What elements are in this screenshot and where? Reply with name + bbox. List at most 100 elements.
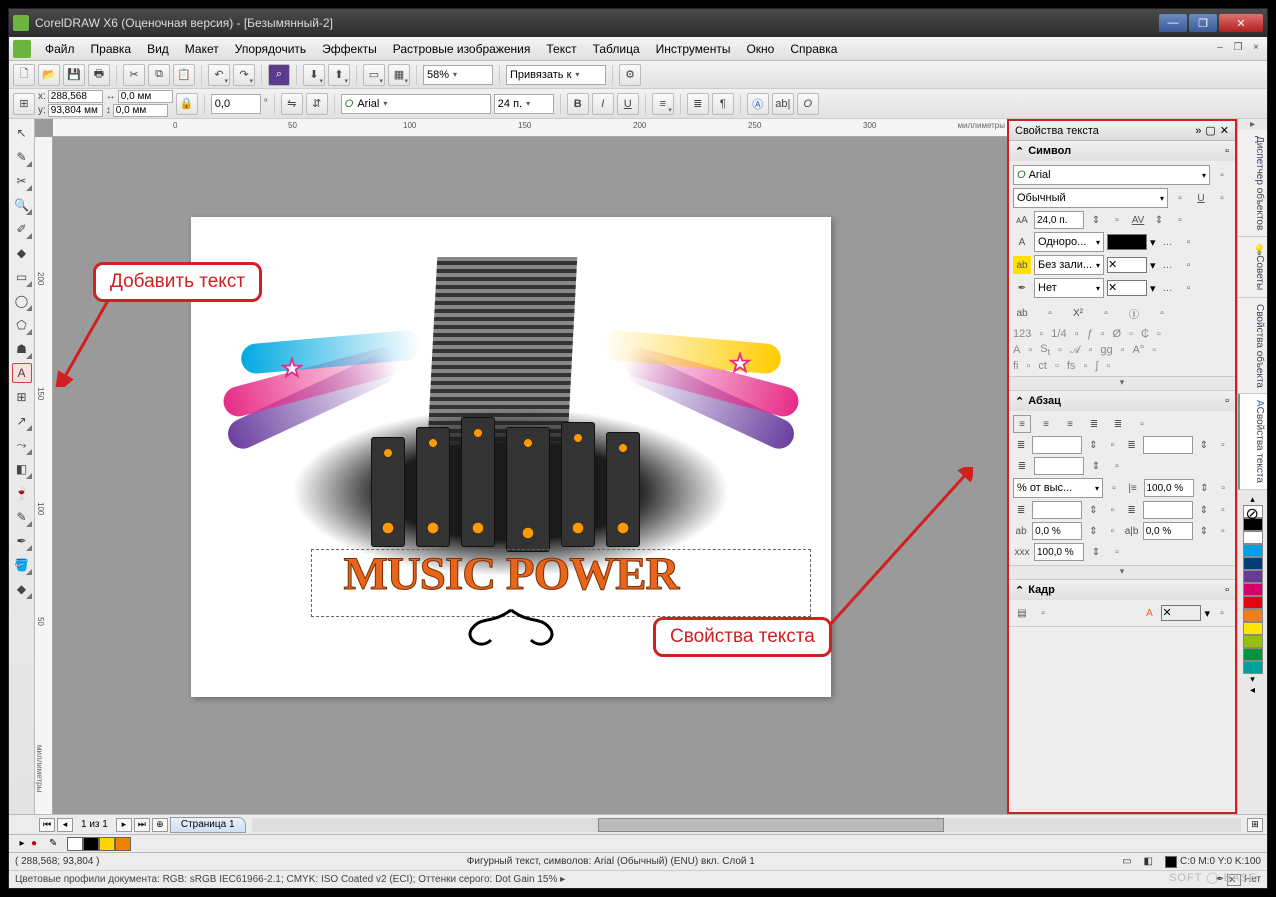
bg-swatch[interactable]: ✕ <box>1107 257 1147 273</box>
undo-button[interactable]: ↶ <box>208 64 230 86</box>
menu-edit[interactable]: Правка <box>83 40 140 58</box>
align-full-button[interactable]: ≣ <box>1109 415 1127 433</box>
font-combo[interactable]: OArial <box>341 94 491 114</box>
import-button[interactable]: ⬇ <box>303 64 325 86</box>
outline-tool[interactable]: ✒ <box>12 531 32 551</box>
color-swatch[interactable] <box>1243 609 1263 622</box>
superscript-icon[interactable]: X² <box>1069 304 1087 322</box>
table-tool[interactable]: ⊞ <box>12 387 32 407</box>
color-swatch[interactable] <box>1243 635 1263 648</box>
rectangle-tool[interactable]: ▭ <box>12 267 32 287</box>
horizontal-ruler[interactable]: миллиметры 0 50 100 150 200 250 300 <box>53 119 1007 137</box>
menu-tools[interactable]: Инструменты <box>648 40 739 58</box>
canvas-viewport[interactable]: MUSIC POWER Добавить текст Свойства текс… <box>53 137 1007 814</box>
color-swatch[interactable] <box>1243 570 1263 583</box>
frame-text-icon[interactable]: A <box>1140 604 1158 622</box>
maximize-button[interactable]: ❐ <box>1189 14 1217 32</box>
prev-page-button[interactable]: ◂ <box>57 818 73 832</box>
mdi-restore-icon[interactable]: ❐ <box>1231 42 1245 56</box>
tab-object-properties[interactable]: Свойства объекта <box>1238 298 1267 395</box>
crop-tool[interactable]: ✂ <box>12 171 32 191</box>
underline-icon[interactable]: U <box>1192 189 1210 207</box>
shape-tool[interactable]: ✎ <box>12 147 32 167</box>
frame-swatch[interactable]: ✕ <box>1161 605 1201 621</box>
fill-tool[interactable]: 🪣 <box>12 555 32 575</box>
horizontal-scrollbar[interactable] <box>252 818 1241 832</box>
italic-button[interactable]: I <box>592 93 614 115</box>
options-button[interactable]: ⚙ <box>619 64 641 86</box>
smart-fill-tool[interactable]: ◆ <box>12 243 32 263</box>
doc-swatch[interactable] <box>115 837 131 851</box>
symbol-header[interactable]: ⌃Символ▫ <box>1009 141 1235 161</box>
docker-undock-icon[interactable]: ▢ <box>1205 124 1215 137</box>
docker-titlebar[interactable]: Свойства текста » ▢ ✕ <box>1009 121 1235 141</box>
menu-arrange[interactable]: Упорядочить <box>227 40 314 58</box>
tab-object-manager[interactable]: Диспетчер объектов <box>1238 130 1267 237</box>
paste-button[interactable]: 📋 <box>173 64 195 86</box>
palette-menu-icon[interactable]: ▸ <box>13 838 31 849</box>
doc-swatch[interactable] <box>99 837 115 851</box>
doc-swatch[interactable] <box>67 837 83 851</box>
tab-text-properties[interactable]: AСвойства текста <box>1238 394 1267 490</box>
color-swatch[interactable] <box>1243 622 1263 635</box>
page-tab[interactable]: Страница 1 <box>170 817 246 833</box>
docker-style-combo[interactable]: Обычный <box>1013 188 1168 208</box>
redo-button[interactable]: ↷ <box>233 64 255 86</box>
publish-pdf-button[interactable]: ▭ <box>363 64 385 86</box>
color-proof-icon[interactable]: ◧ <box>1144 856 1153 867</box>
paragraph-header[interactable]: ⌃Абзац▫ <box>1009 391 1235 411</box>
transparency-tool[interactable]: 🍷 <box>12 483 32 503</box>
columns-icon[interactable]: ▤ <box>1013 604 1031 622</box>
mdi-close-icon[interactable]: × <box>1249 42 1263 56</box>
app-launcher-button[interactable]: ▦ <box>388 64 410 86</box>
text-tool[interactable]: A <box>12 363 32 383</box>
word-spacing-field[interactable] <box>1143 522 1193 540</box>
size-w-field[interactable]: 0,0 мм <box>118 90 173 103</box>
allcaps-icon[interactable]: Ⓘ <box>1125 304 1143 322</box>
palette-eyedropper-icon[interactable]: ✎ <box>49 838 67 849</box>
before-para-field[interactable] <box>1032 501 1082 519</box>
lang-spacing-field[interactable] <box>1034 543 1084 561</box>
pos-y-field[interactable]: 93,804 мм <box>48 104 103 117</box>
color-swatch[interactable] <box>1243 648 1263 661</box>
ab-icon[interactable]: ab <box>1013 304 1031 322</box>
palette-flyout[interactable]: ◂ <box>1238 685 1267 696</box>
menu-effects[interactable]: Эффекты <box>314 40 385 58</box>
first-page-button[interactable]: ⏮ <box>39 818 55 832</box>
new-button[interactable]: 🗋 <box>13 64 35 86</box>
fill-swatch[interactable] <box>1107 234 1147 250</box>
menu-layout[interactable]: Макет <box>177 40 227 58</box>
copy-button[interactable]: ⧉ <box>148 64 170 86</box>
search-button[interactable]: ⌕ <box>268 64 290 86</box>
menu-bitmaps[interactable]: Растровые изображения <box>385 40 539 58</box>
lock-ratio-button[interactable]: 🔒 <box>176 93 198 115</box>
frame-header[interactable]: ⌃Кадр▫ <box>1009 580 1235 600</box>
app-menu-icon[interactable] <box>13 40 31 58</box>
doc-swatch[interactable] <box>83 837 99 851</box>
spacing-mode-combo[interactable]: % от выс... <box>1013 478 1103 498</box>
snap-status-icon[interactable]: ▭ <box>1122 856 1131 867</box>
section-expand-button[interactable]: ▾ <box>1009 565 1235 579</box>
alignment-button[interactable]: ≡ <box>652 93 674 115</box>
bullet-button[interactable]: ≣ <box>687 93 709 115</box>
save-button[interactable]: 💾 <box>63 64 85 86</box>
eyedropper-tool[interactable]: ✎ <box>12 507 32 527</box>
text-direction-button[interactable]: O <box>797 93 819 115</box>
text-properties-button[interactable]: Ⓐ <box>747 93 769 115</box>
next-page-button[interactable]: ▸ <box>116 818 132 832</box>
align-left-button[interactable]: ≡ <box>1013 415 1031 433</box>
pos-x-field[interactable]: 288,568 мм <box>48 90 103 103</box>
add-page-button[interactable]: ⊕ <box>152 818 168 832</box>
color-swatch[interactable] <box>1243 596 1263 609</box>
snap-combo[interactable]: Привязать к <box>506 65 606 85</box>
bold-button[interactable]: B <box>567 93 589 115</box>
palette-record-icon[interactable]: ● <box>31 838 49 849</box>
section-expand-button[interactable]: ▾ <box>1009 376 1235 390</box>
indent-left-field[interactable] <box>1032 436 1082 454</box>
docker-size-field[interactable] <box>1034 211 1084 229</box>
color-swatch[interactable] <box>1243 583 1263 596</box>
print-button[interactable]: 🖶 <box>88 64 110 86</box>
ellipse-tool[interactable]: ◯ <box>12 291 32 311</box>
line-spacing-field[interactable] <box>1144 479 1194 497</box>
docker-close-icon[interactable]: ✕ <box>1220 124 1229 137</box>
